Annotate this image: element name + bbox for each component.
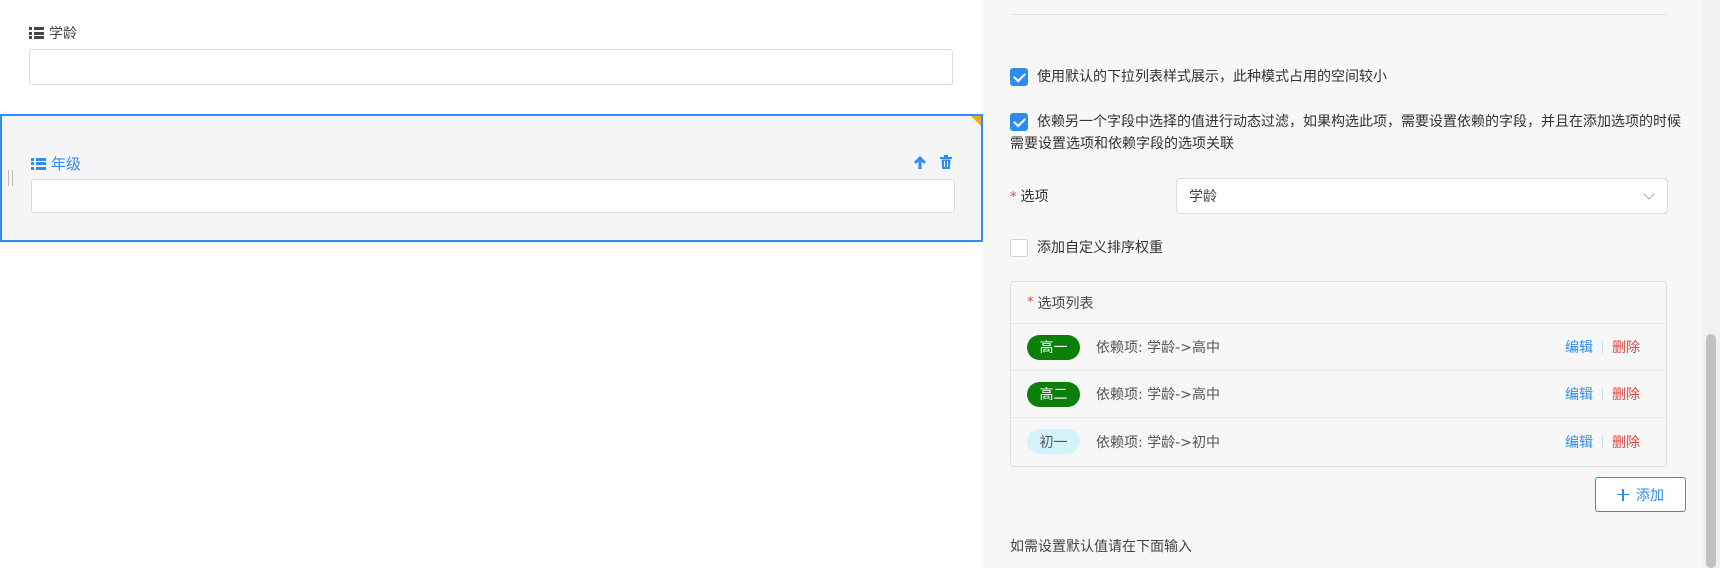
select-value: 学龄 <box>1189 189 1217 205</box>
delete-link[interactable]: 删除 <box>1603 384 1640 404</box>
item-actions: 编辑 删除 <box>1565 371 1640 417</box>
checkbox-label: 使用默认的下拉列表样式展示，此种模式占用的空间较小 <box>1037 69 1387 85</box>
options-label-text: 选项 <box>1020 189 1049 205</box>
options-label: * 选项 <box>1010 186 1176 206</box>
option-tag: 初一 <box>1027 429 1080 454</box>
option-dependency: 依赖项: 学龄->高中 <box>1096 340 1220 356</box>
delete-link[interactable]: 删除 <box>1603 337 1640 357</box>
option-tag: 高一 <box>1027 334 1080 360</box>
list-item: 高二 依赖项: 学龄->高中 编辑 删除 <box>1011 371 1666 418</box>
form-field-block-selected[interactable]: 年级 <box>0 114 983 242</box>
chevron-down-icon <box>1643 188 1655 200</box>
checkbox-label: 依赖另一个字段中选择的值进行动态过滤，如果构选此项，需要设置依赖的字段，并且在添… <box>1010 114 1681 152</box>
option-list-title: 选项列表 <box>1037 295 1094 312</box>
item-actions: 编辑 删除 <box>1565 324 1640 370</box>
list-icon <box>29 27 44 39</box>
add-option-button[interactable]: 添加 <box>1595 477 1686 512</box>
field-input-preview[interactable] <box>29 49 953 85</box>
dropdown-style-option[interactable]: 使用默认的下拉列表样式展示，此种模式占用的空间较小 <box>1010 66 1685 88</box>
delete-link[interactable]: 删除 <box>1603 432 1640 452</box>
edit-link[interactable]: 编辑 <box>1565 337 1602 357</box>
drag-handle-icon[interactable] <box>8 170 13 186</box>
item-actions: 编辑 删除 <box>1565 418 1640 465</box>
options-source-row: * 选项 学龄 <box>1010 178 1668 214</box>
checkbox-label: 添加自定义排序权重 <box>1037 240 1163 256</box>
required-mark: * <box>1010 190 1017 205</box>
field-label: 学龄 <box>29 23 77 43</box>
field-input-preview[interactable] <box>31 179 955 213</box>
field-label-text: 年级 <box>51 155 82 173</box>
edit-link[interactable]: 编辑 <box>1565 384 1602 404</box>
default-value-hint: 如需设置默认值请在下面输入 <box>1010 539 1192 555</box>
add-button-label: 添加 <box>1636 487 1664 504</box>
arrow-up-icon[interactable] <box>913 154 927 170</box>
option-tag: 高二 <box>1027 381 1080 407</box>
required-mark: * <box>1027 295 1034 310</box>
scrollbar-thumb[interactable] <box>1706 334 1716 568</box>
field-settings-panel: 使用默认的下拉列表样式展示，此种模式占用的空间较小 依赖另一个字段中选择的值进行… <box>983 0 1720 568</box>
divider <box>1010 14 1667 15</box>
custom-sort-option[interactable]: 添加自定义排序权重 <box>1010 237 1685 259</box>
field-block-actions <box>913 154 953 170</box>
trash-icon[interactable] <box>939 154 953 170</box>
field-label-text: 学龄 <box>49 26 77 42</box>
form-field-block[interactable]: 学龄 <box>0 0 983 112</box>
edit-link[interactable]: 编辑 <box>1565 432 1602 452</box>
checkbox-checked-icon[interactable] <box>1010 113 1028 131</box>
option-list: * 选项列表 高一 依赖项: 学龄->高中 编辑 删除 高二 依赖项: 学龄->… <box>1010 281 1667 467</box>
plus-icon <box>1617 488 1629 501</box>
option-dependency: 依赖项: 学龄->初中 <box>1096 434 1220 451</box>
form-canvas: 学龄 年级 <box>0 0 983 568</box>
option-list-header: * 选项列表 <box>1011 282 1666 324</box>
dynamic-filter-option[interactable]: 依赖另一个字段中选择的值进行动态过滤，如果构选此项，需要设置依赖的字段，并且在添… <box>1010 111 1685 155</box>
checkbox-checked-icon[interactable] <box>1010 68 1028 86</box>
checkbox-unchecked-icon[interactable] <box>1010 239 1028 257</box>
list-item: 高一 依赖项: 学龄->高中 编辑 删除 <box>1011 324 1666 371</box>
option-dependency: 依赖项: 学龄->高中 <box>1096 387 1220 403</box>
list-item: 初一 依赖项: 学龄->初中 编辑 删除 <box>1011 418 1666 465</box>
options-source-select[interactable]: 学龄 <box>1176 178 1668 214</box>
field-label: 年级 <box>31 153 81 174</box>
scrollbar[interactable] <box>1702 0 1720 568</box>
list-icon <box>31 157 46 170</box>
